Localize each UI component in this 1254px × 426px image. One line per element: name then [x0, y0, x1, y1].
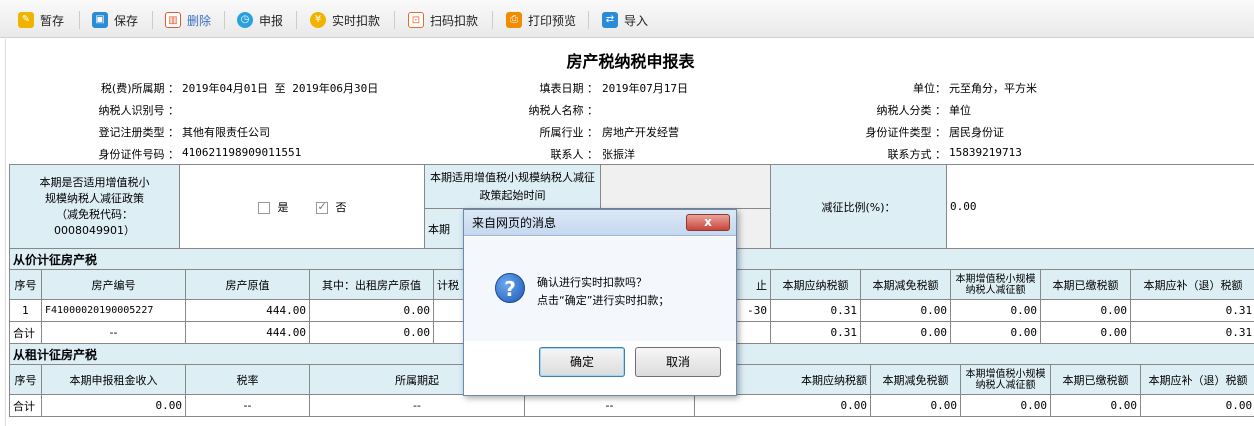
declare-button[interactable]: ◷ 申报 [237, 10, 283, 30]
scan-deduct-button[interactable]: ⊡ 扫码扣款 [408, 10, 478, 30]
ok-button[interactable]: 确定 [539, 347, 625, 377]
dialog-message-line2: 点击“确定”进行实时扣款； [537, 294, 670, 307]
coin-icon: ¥ [310, 12, 326, 28]
import-button[interactable]: ⇄ 导入 [602, 10, 648, 30]
policy-start-label: 本期适用增值税小规模纳税人减征政策起始时间 [424, 164, 601, 209]
page-title: 房产税纳税申报表 [566, 52, 695, 71]
save-draft-button[interactable]: ✎ 暂存 [18, 10, 64, 30]
dialog-body: ? 确认进行实时扣款吗？ 点击“确定”进行实时扣款； [464, 237, 736, 341]
confirm-dialog: 来自网页的消息 x ? 确认进行实时扣款吗？ 点击“确定”进行实时扣款； 确定 … [463, 209, 737, 396]
no-checkbox[interactable]: ✓ [315, 200, 328, 214]
toolbar: ✎ 暂存 ▣ 保存 ▥ 删除 ◷ 申报 ¥ 实时扣款 ⊡ 扫码扣款 ⎙ 打印预览 ⇄ 导入 [0, 0, 1254, 38]
yes-checkbox[interactable] [257, 201, 270, 214]
print-preview-button[interactable]: ⎙ 打印预览 [506, 10, 576, 30]
trash-icon: ▥ [165, 12, 181, 28]
draft-icon: ✎ [18, 12, 34, 28]
realtime-deduct-button[interactable]: ¥ 实时扣款 [310, 10, 380, 30]
printer-icon: ⎙ [506, 12, 522, 28]
policy-question: 本期是否适用增值税小规模纳税人减征政策（减免税代码：0008049901） [9, 164, 180, 249]
import-icon: ⇄ [602, 12, 618, 28]
total-row: 合计 0.00 -- -- -- 0.00 0.00 0.00 0.00 0.0… [9, 394, 1254, 417]
dialog-message-line1: 确认进行实时扣款吗？ [537, 276, 647, 289]
policy-start-value[interactable] [600, 164, 771, 209]
ratio-value: 0.00 [946, 164, 1254, 249]
delete-button[interactable]: ▥ 删除 [165, 10, 211, 30]
close-button[interactable]: x [686, 214, 730, 231]
cancel-button[interactable]: 取消 [635, 347, 721, 377]
save-icon: ▣ [92, 12, 108, 28]
scan-icon: ⊡ [408, 12, 424, 28]
save-button[interactable]: ▣ 保存 [92, 10, 138, 30]
question-icon: ? [495, 273, 525, 303]
clock-icon: ◷ [237, 12, 253, 28]
